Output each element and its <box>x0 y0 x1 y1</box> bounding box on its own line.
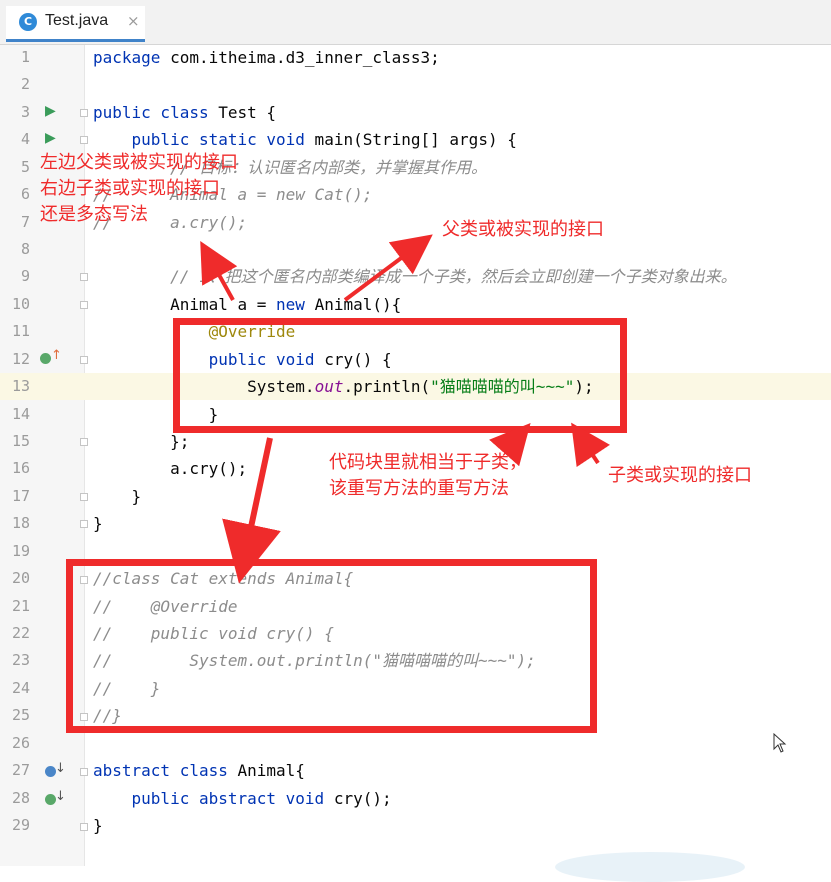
arrow-to-child <box>571 422 610 468</box>
left-note: 左边父类或被实现的接口 右边子类或实现的接口 还是多态写法 <box>40 150 238 228</box>
code-block-note: 代码块里就相当于子类， 该重写方法的重写方法 <box>329 450 527 502</box>
child-note: 子类或实现的接口 <box>608 465 752 486</box>
code-block-note-line-2: 该重写方法的重写方法 <box>329 478 509 499</box>
left-note-line-3: 还是多态写法 <box>40 204 148 225</box>
left-note-line-2: 右边子类或实现的接口 <box>40 178 220 199</box>
arrow-to-parent-note <box>343 234 433 302</box>
arrow-to-left-note <box>200 241 238 301</box>
annotation-arrows <box>200 234 610 584</box>
mouse-cursor-icon <box>773 733 787 753</box>
arrow-to-cat-class <box>222 437 281 584</box>
decorative-blob <box>555 852 745 882</box>
parent-note: 父类或被实现的接口 <box>442 219 604 240</box>
left-note-line-1: 左边父类或被实现的接口 <box>40 152 238 173</box>
code-block-note-line-1: 代码块里就相当于子类， <box>329 452 527 473</box>
